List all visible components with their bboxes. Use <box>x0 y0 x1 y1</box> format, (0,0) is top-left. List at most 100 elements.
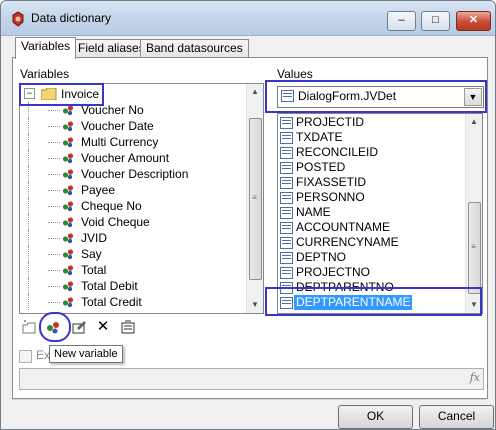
variable-icon <box>62 200 74 212</box>
folder-icon <box>41 88 57 100</box>
value-list-item-label: RECONCILEID <box>296 145 379 159</box>
field-icon <box>280 117 293 129</box>
variable-icon <box>62 296 74 308</box>
delete-icon[interactable]: ✕ <box>95 319 111 335</box>
tree-item-label: Total <box>81 263 107 277</box>
tree-item-label: Voucher No <box>81 103 144 117</box>
values-heading: Values <box>277 67 313 81</box>
variable-icon <box>62 264 74 276</box>
tree-connector-stub <box>48 110 60 111</box>
value-list-item[interactable]: RECONCILEID <box>278 145 464 160</box>
expression-checkbox[interactable] <box>19 350 32 363</box>
chevron-down-icon[interactable]: ▼ <box>464 88 482 106</box>
value-list-item-label: PROJECTNO <box>296 265 371 279</box>
ok-button[interactable]: OK <box>338 405 413 429</box>
data-dictionary-window: Data dictionary – □ ✕ Variables Field al… <box>0 0 496 430</box>
values-list[interactable]: PROJECTID TXDATE RECONCILEID POSTED FIXASSET… <box>277 113 483 314</box>
variable-icon <box>62 184 74 196</box>
variable-icon <box>62 280 74 292</box>
values-scrollbar[interactable]: ▲ ≡ ▼ <box>465 114 482 313</box>
value-list-item[interactable]: NAME <box>278 205 464 220</box>
datasource-select[interactable]: DialogForm.JVDet ▼ <box>277 86 484 108</box>
tab-band-datasources[interactable]: Band datasources <box>140 39 249 58</box>
value-list-item[interactable]: DEPTPARENTNAME <box>278 295 464 310</box>
tree-item-label: Cheque No <box>81 199 142 213</box>
value-list-item[interactable]: DEPTPARENTNO <box>278 280 464 295</box>
value-list-item[interactable]: TXDATE <box>278 130 464 145</box>
minimize-button[interactable]: – <box>387 11 416 31</box>
maximize-button[interactable]: □ <box>421 11 450 31</box>
tree-connector-stub <box>48 126 60 127</box>
tree-item-label: Voucher Description <box>81 167 189 181</box>
tree-item-label: Multi Currency <box>81 135 159 149</box>
collapse-icon[interactable]: − <box>24 88 35 99</box>
value-list-item[interactable]: ACCOUNTNAME <box>278 220 464 235</box>
grip-icon: ≡ <box>471 242 476 251</box>
edit-icon[interactable] <box>71 319 87 335</box>
tree-connector-stub <box>48 222 60 223</box>
tree-connector-stub <box>48 238 60 239</box>
tab-variables[interactable]: Variables <box>15 37 77 59</box>
variable-icon <box>62 136 74 148</box>
variables-tree[interactable]: − Invoice Voucher No Voucher Date Multi Cu… <box>19 83 264 314</box>
app-icon <box>12 11 24 27</box>
value-list-item[interactable]: POSTED <box>278 160 464 175</box>
scroll-up-icon[interactable]: ▲ <box>247 84 263 100</box>
properties-icon[interactable] <box>120 319 136 335</box>
value-list-item-label: PROJECTID <box>296 115 365 129</box>
scroll-down-icon[interactable]: ▼ <box>247 297 263 313</box>
scroll-down-icon[interactable]: ▼ <box>466 297 482 313</box>
tree-item-label: Payee <box>81 183 116 197</box>
tree-item-label: Voucher Amount <box>81 151 170 165</box>
value-list-item-label: TXDATE <box>296 130 343 144</box>
variables-heading: Variables <box>20 67 70 81</box>
variable-icon <box>62 104 74 116</box>
table-icon <box>281 90 294 102</box>
variable-icon <box>62 152 74 164</box>
field-icon <box>280 192 293 204</box>
value-list-item-label: POSTED <box>296 160 346 174</box>
variable-icon <box>62 232 74 244</box>
field-icon <box>280 282 293 294</box>
tree-connector-stub <box>48 254 60 255</box>
field-icon <box>280 162 293 174</box>
value-list-item-label: NAME <box>296 205 331 219</box>
grip-icon: ≡ <box>252 193 257 202</box>
tree-connector-stub <box>48 142 60 143</box>
value-list-item-label: PERSONNO <box>296 190 365 204</box>
variable-icon <box>62 168 74 180</box>
close-button[interactable]: ✕ <box>456 11 491 31</box>
variable-icon <box>62 248 74 260</box>
tree-connector-stub <box>48 206 60 207</box>
value-list-item-label: DEPTNO <box>296 250 347 264</box>
new-variable-tooltip: New variable <box>49 345 123 363</box>
tab-field-aliases[interactable]: Field aliases <box>72 39 151 58</box>
tree-item-label: JVID <box>81 231 108 245</box>
new-variable-icon[interactable] <box>45 319 61 335</box>
value-list-item[interactable]: DEPTNO <box>278 250 464 265</box>
tree-connector-stub <box>48 270 60 271</box>
value-list-item[interactable]: PERSONNO <box>278 190 464 205</box>
value-list-item[interactable]: PROJECTID <box>278 115 464 130</box>
tree-connector-stub <box>48 158 60 159</box>
field-icon <box>280 297 293 309</box>
value-list-item[interactable]: FIXASSETID <box>278 175 464 190</box>
tree-connector-stub <box>48 190 60 191</box>
cancel-button[interactable]: Cancel <box>419 405 494 429</box>
new-category-icon[interactable] <box>21 319 37 335</box>
value-list-item[interactable]: CURRENCYNAME <box>278 235 464 250</box>
tree-item-label: Total Debit <box>81 279 138 293</box>
expression-field[interactable]: fx <box>19 368 484 390</box>
title-bar[interactable]: Data dictionary – □ ✕ <box>1 1 495 36</box>
window-title: Data dictionary <box>31 11 112 25</box>
variable-icon <box>62 216 74 228</box>
fx-icon[interactable]: fx <box>470 371 480 384</box>
value-list-item[interactable]: PROJECTNO <box>278 265 464 280</box>
field-icon <box>280 177 293 189</box>
value-list-item-label: CURRENCYNAME <box>296 235 399 249</box>
tree-connector-stub <box>48 286 60 287</box>
value-list-item-label: ACCOUNTNAME <box>296 220 391 234</box>
variables-scrollbar[interactable]: ▲ ≡ ▼ <box>246 84 263 313</box>
scroll-up-icon[interactable]: ▲ <box>466 114 482 130</box>
field-icon <box>280 222 293 234</box>
